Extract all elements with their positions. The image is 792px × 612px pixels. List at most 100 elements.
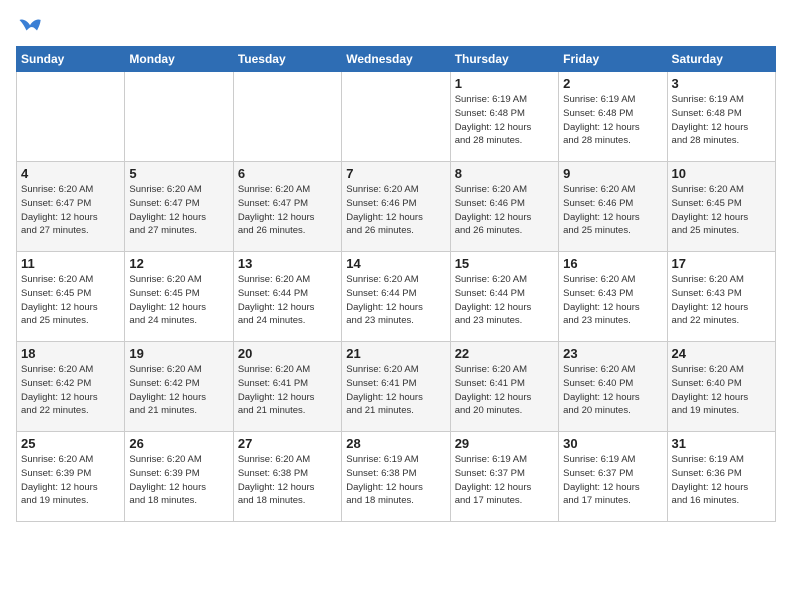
day-info: Sunrise: 6:20 AM Sunset: 6:42 PM Dayligh…	[129, 363, 228, 418]
calendar-week-row: 11 Sunrise: 6:20 AM Sunset: 6:45 PM Dayli…	[17, 252, 776, 342]
day-info: Sunrise: 6:20 AM Sunset: 6:47 PM Dayligh…	[21, 183, 120, 238]
calendar-cell: 20Sunrise: 6:20 AM Sunset: 6:41 PM Dayli…	[233, 342, 341, 432]
day-info: Sunrise: 6:20 AM Sunset: 6:40 PM Dayligh…	[672, 363, 771, 418]
day-number: 31	[672, 436, 771, 451]
calendar-cell: 12 Sunrise: 6:20 AM Sunset: 6:45 PM Dayli…	[125, 252, 233, 342]
day-number: 7	[346, 166, 445, 181]
calendar-cell: 16 Sunrise: 6:20 AM Sunset: 6:43 PM Dayli…	[559, 252, 667, 342]
calendar-cell	[17, 72, 125, 162]
day-info: Sunrise: 6:20 AM Sunset: 6:41 PM Dayligh…	[238, 363, 337, 418]
day-number: 27	[238, 436, 337, 451]
calendar-cell: 30 Sunrise: 6:19 AM Sunset: 6:37 PM Dayli…	[559, 432, 667, 522]
calendar-cell: 19 Sunrise: 6:20 AM Sunset: 6:42 PM Dayli…	[125, 342, 233, 432]
calendar-cell: 8 Sunrise: 6:20 AM Sunset: 6:46 PM Daylig…	[450, 162, 558, 252]
day-info: Sunrise: 6:20 AM Sunset: 6:44 PM Dayligh…	[455, 273, 554, 328]
calendar-week-row: 18 Sunrise: 6:20 AM Sunset: 6:42 PM Dayli…	[17, 342, 776, 432]
day-number: 25	[21, 436, 120, 451]
day-info: Sunrise: 6:20 AM Sunset: 6:44 PM Dayligh…	[238, 273, 337, 328]
weekday-header: Tuesday	[233, 47, 341, 72]
calendar-cell: 29 Sunrise: 6:19 AM Sunset: 6:37 PM Dayli…	[450, 432, 558, 522]
day-number: 6	[238, 166, 337, 181]
calendar-week-row: 1 Sunrise: 6:19 AM Sunset: 6:48 PM Daylig…	[17, 72, 776, 162]
day-number: 10	[672, 166, 771, 181]
day-number: 26	[129, 436, 228, 451]
calendar-cell: 13 Sunrise: 6:20 AM Sunset: 6:44 PM Dayli…	[233, 252, 341, 342]
day-number: 12	[129, 256, 228, 271]
day-info: Sunrise: 6:20 AM Sunset: 6:42 PM Dayligh…	[21, 363, 120, 418]
day-number: 8	[455, 166, 554, 181]
weekday-header: Friday	[559, 47, 667, 72]
day-number: 17	[672, 256, 771, 271]
calendar-cell: 23 Sunrise: 6:20 AM Sunset: 6:40 PM Dayli…	[559, 342, 667, 432]
day-number: 24	[672, 346, 771, 361]
day-number: 3	[672, 76, 771, 91]
day-number: 23	[563, 346, 662, 361]
calendar-cell: 6 Sunrise: 6:20 AM Sunset: 6:47 PM Daylig…	[233, 162, 341, 252]
day-number: 19	[129, 346, 228, 361]
day-info: Sunrise: 6:20 AM Sunset: 6:39 PM Dayligh…	[21, 453, 120, 508]
day-info: Sunrise: 6:20 AM Sunset: 6:47 PM Dayligh…	[129, 183, 228, 238]
day-info: Sunrise: 6:20 AM Sunset: 6:39 PM Dayligh…	[129, 453, 228, 508]
day-info: Sunrise: 6:20 AM Sunset: 6:46 PM Dayligh…	[455, 183, 554, 238]
day-info: Sunrise: 6:20 AM Sunset: 6:45 PM Dayligh…	[129, 273, 228, 328]
day-info: Sunrise: 6:20 AM Sunset: 6:43 PM Dayligh…	[672, 273, 771, 328]
day-number: 18	[21, 346, 120, 361]
day-number: 5	[129, 166, 228, 181]
day-info: Sunrise: 6:20 AM Sunset: 6:43 PM Dayligh…	[563, 273, 662, 328]
calendar-cell: 18 Sunrise: 6:20 AM Sunset: 6:42 PM Dayli…	[17, 342, 125, 432]
day-info: Sunrise: 6:19 AM Sunset: 6:38 PM Dayligh…	[346, 453, 445, 508]
calendar-header: SundayMondayTuesdayWednesdayThursdayFrid…	[17, 47, 776, 72]
day-number: 14	[346, 256, 445, 271]
day-info: Sunrise: 6:20 AM Sunset: 6:46 PM Dayligh…	[563, 183, 662, 238]
day-number: 1	[455, 76, 554, 91]
day-number: 2	[563, 76, 662, 91]
day-info: Sunrise: 6:20 AM Sunset: 6:41 PM Dayligh…	[455, 363, 554, 418]
day-info: Sunrise: 6:20 AM Sunset: 6:46 PM Dayligh…	[346, 183, 445, 238]
calendar-cell: 27 Sunrise: 6:20 AM Sunset: 6:38 PM Dayli…	[233, 432, 341, 522]
day-info: Sunrise: 6:19 AM Sunset: 6:48 PM Dayligh…	[672, 93, 771, 148]
calendar-body: 1 Sunrise: 6:19 AM Sunset: 6:48 PM Daylig…	[17, 72, 776, 522]
calendar-cell: 5 Sunrise: 6:20 AM Sunset: 6:47 PM Daylig…	[125, 162, 233, 252]
day-info: Sunrise: 6:20 AM Sunset: 6:38 PM Dayligh…	[238, 453, 337, 508]
day-number: 13	[238, 256, 337, 271]
logo	[16, 16, 48, 38]
day-number: 28	[346, 436, 445, 451]
calendar-cell: 2 Sunrise: 6:19 AM Sunset: 6:48 PM Daylig…	[559, 72, 667, 162]
day-number: 21	[346, 346, 445, 361]
day-info: Sunrise: 6:20 AM Sunset: 6:47 PM Dayligh…	[238, 183, 337, 238]
calendar-cell: 11Sunrise: 6:20 AM Sunset: 6:45 PM Dayli…	[17, 252, 125, 342]
calendar-week-row: 4 Sunrise: 6:20 AM Sunset: 6:47 PM Daylig…	[17, 162, 776, 252]
calendar-cell: 31 Sunrise: 6:19 AM Sunset: 6:36 PM Dayli…	[667, 432, 775, 522]
weekday-header: Monday	[125, 47, 233, 72]
day-number: 29	[455, 436, 554, 451]
calendar-cell: 10 Sunrise: 6:20 AM Sunset: 6:45 PM Dayli…	[667, 162, 775, 252]
calendar-cell: 9 Sunrise: 6:20 AM Sunset: 6:46 PM Daylig…	[559, 162, 667, 252]
day-number: 11	[21, 256, 120, 271]
weekday-header: Thursday	[450, 47, 558, 72]
day-number: 9	[563, 166, 662, 181]
day-info: Sunrise: 6:19 AM Sunset: 6:48 PM Dayligh…	[563, 93, 662, 148]
day-info: Sunrise: 6:19 AM Sunset: 6:36 PM Dayligh…	[672, 453, 771, 508]
day-number: 22	[455, 346, 554, 361]
calendar-cell: 22 Sunrise: 6:20 AM Sunset: 6:41 PM Dayli…	[450, 342, 558, 432]
day-info: Sunrise: 6:20 AM Sunset: 6:45 PM Dayligh…	[672, 183, 771, 238]
calendar-cell: 3 Sunrise: 6:19 AM Sunset: 6:48 PM Daylig…	[667, 72, 775, 162]
calendar-cell: 1Sunrise: 6:19 AM Sunset: 6:48 PM Daylig…	[450, 72, 558, 162]
calendar-cell	[125, 72, 233, 162]
calendar-cell	[342, 72, 450, 162]
day-info: Sunrise: 6:19 AM Sunset: 6:37 PM Dayligh…	[563, 453, 662, 508]
day-number: 30	[563, 436, 662, 451]
calendar-cell: 21Sunrise: 6:20 AM Sunset: 6:41 PM Dayli…	[342, 342, 450, 432]
day-info: Sunrise: 6:19 AM Sunset: 6:37 PM Dayligh…	[455, 453, 554, 508]
calendar-cell	[233, 72, 341, 162]
calendar-week-row: 25 Sunrise: 6:20 AM Sunset: 6:39 PM Dayli…	[17, 432, 776, 522]
calendar-cell: 17 Sunrise: 6:20 AM Sunset: 6:43 PM Dayli…	[667, 252, 775, 342]
calendar-cell: 7 Sunrise: 6:20 AM Sunset: 6:46 PM Daylig…	[342, 162, 450, 252]
calendar-cell: 28 Sunrise: 6:19 AM Sunset: 6:38 PM Dayli…	[342, 432, 450, 522]
weekday-header: Wednesday	[342, 47, 450, 72]
day-info: Sunrise: 6:20 AM Sunset: 6:40 PM Dayligh…	[563, 363, 662, 418]
calendar-cell: 25 Sunrise: 6:20 AM Sunset: 6:39 PM Dayli…	[17, 432, 125, 522]
day-number: 4	[21, 166, 120, 181]
weekday-row: SundayMondayTuesdayWednesdayThursdayFrid…	[17, 47, 776, 72]
day-number: 16	[563, 256, 662, 271]
